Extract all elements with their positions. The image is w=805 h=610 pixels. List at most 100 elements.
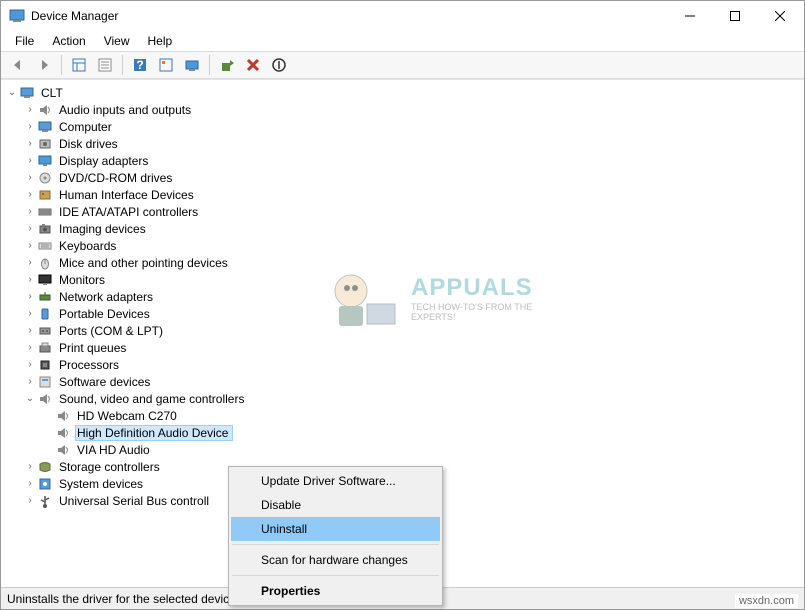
menu-view[interactable]: View — [96, 32, 138, 50]
chevron-right-icon[interactable]: › — [23, 138, 37, 149]
tree-node-label: Software devices — [57, 375, 152, 389]
tree-category-node[interactable]: › Processors — [3, 356, 802, 373]
tree-category-node[interactable]: › Monitors — [3, 271, 802, 288]
tree-category-node[interactable]: › IDE ATA/ATAPI controllers — [3, 203, 802, 220]
tree-node-label: IDE ATA/ATAPI controllers — [57, 205, 200, 219]
chevron-right-icon[interactable]: › — [23, 359, 37, 370]
chevron-down-icon[interactable]: ⌄ — [23, 393, 37, 404]
tree-device-node[interactable]: High Definition Audio Device — [3, 424, 802, 441]
printer-icon — [37, 340, 53, 356]
tree-device-node[interactable]: HD Webcam C270 — [3, 407, 802, 424]
tree-node-label: VIA HD Audio — [75, 443, 152, 457]
hid-icon — [37, 187, 53, 203]
speaker-icon — [55, 442, 71, 458]
tree-category-node[interactable]: › Portable Devices — [3, 305, 802, 322]
display-icon — [37, 153, 53, 169]
tree-node-label: Portable Devices — [57, 307, 152, 321]
context-menu-item[interactable]: Scan for hardware changes — [231, 548, 440, 572]
tree-category-node[interactable]: › Computer — [3, 118, 802, 135]
tree-node-label: Sound, video and game controllers — [57, 392, 246, 406]
titlebar: Device Manager — [1, 1, 804, 31]
tree-category-node[interactable]: › Imaging devices — [3, 220, 802, 237]
tree-node-label: Human Interface Devices — [57, 188, 196, 202]
context-menu-item[interactable]: Uninstall — [231, 517, 440, 541]
chevron-right-icon[interactable]: › — [23, 104, 37, 115]
computer-icon — [19, 85, 35, 101]
toolbar-separator — [61, 55, 62, 75]
chevron-right-icon[interactable]: › — [23, 223, 37, 234]
chevron-right-icon[interactable]: › — [23, 240, 37, 251]
tree-category-node[interactable]: › Human Interface Devices — [3, 186, 802, 203]
tree-node-label: Mice and other pointing devices — [57, 256, 230, 270]
context-menu-separator — [232, 544, 439, 545]
ide-icon — [37, 204, 53, 220]
tree-category-node[interactable]: › Mice and other pointing devices — [3, 254, 802, 271]
tree-category-node[interactable]: › Keyboards — [3, 237, 802, 254]
chevron-right-icon[interactable]: › — [23, 325, 37, 336]
chevron-right-icon[interactable]: › — [23, 342, 37, 353]
tree-category-node[interactable]: › DVD/CD-ROM drives — [3, 169, 802, 186]
tree-node-label: Display adapters — [57, 154, 150, 168]
chevron-right-icon[interactable]: › — [23, 495, 37, 506]
chevron-right-icon[interactable]: › — [23, 478, 37, 489]
tree-node-label: Audio inputs and outputs — [57, 103, 193, 117]
help-button[interactable]: ? — [128, 53, 152, 77]
chevron-right-icon[interactable]: › — [23, 206, 37, 217]
window-title: Device Manager — [31, 9, 667, 23]
keyboard-icon — [37, 238, 53, 254]
software-icon — [37, 374, 53, 390]
disable-button[interactable] — [267, 53, 291, 77]
chevron-right-icon[interactable]: › — [23, 308, 37, 319]
chevron-right-icon[interactable]: › — [23, 291, 37, 302]
tree-category-node[interactable]: › Software devices — [3, 373, 802, 390]
tree-category-node[interactable]: › Display adapters — [3, 152, 802, 169]
tree-node-label: Storage controllers — [57, 460, 162, 474]
tree-node-label: HD Webcam C270 — [75, 409, 179, 423]
tree-root-node[interactable]: ⌄ CLT — [3, 84, 802, 101]
tree-node-label: Keyboards — [57, 239, 118, 253]
window-controls — [667, 2, 802, 31]
back-button[interactable] — [6, 53, 30, 77]
context-menu-item[interactable]: Update Driver Software... — [231, 469, 440, 493]
properties-button[interactable] — [93, 53, 117, 77]
close-button[interactable] — [757, 2, 802, 31]
minimize-button[interactable] — [667, 2, 712, 31]
menu-file[interactable]: File — [7, 32, 42, 50]
tree-device-node[interactable]: VIA HD Audio — [3, 441, 802, 458]
show-hide-tree-button[interactable] — [67, 53, 91, 77]
context-menu-item[interactable]: Disable — [231, 493, 440, 517]
action-button[interactable] — [154, 53, 178, 77]
chevron-right-icon[interactable]: › — [23, 274, 37, 285]
tree-node-label: Ports (COM & LPT) — [57, 324, 165, 338]
toolbar-separator — [209, 55, 210, 75]
chevron-right-icon[interactable]: › — [23, 155, 37, 166]
chevron-right-icon[interactable]: › — [23, 172, 37, 183]
menubar: File Action View Help — [1, 31, 804, 51]
chevron-right-icon[interactable]: › — [23, 461, 37, 472]
tree-category-node[interactable]: › Audio inputs and outputs — [3, 101, 802, 118]
chevron-down-icon[interactable]: ⌄ — [5, 87, 19, 98]
chevron-right-icon[interactable]: › — [23, 376, 37, 387]
speaker-icon — [37, 102, 53, 118]
tree-category-node[interactable]: ⌄ Sound, video and game controllers — [3, 390, 802, 407]
forward-button[interactable] — [32, 53, 56, 77]
tree-node-label: Network adapters — [57, 290, 155, 304]
context-menu-item[interactable]: Properties — [231, 579, 440, 603]
tree-category-node[interactable]: › Ports (COM & LPT) — [3, 322, 802, 339]
tree-category-node[interactable]: › Network adapters — [3, 288, 802, 305]
chevron-right-icon[interactable]: › — [23, 121, 37, 132]
scan-hardware-button[interactable] — [180, 53, 204, 77]
update-driver-button[interactable] — [215, 53, 239, 77]
tree-category-node[interactable]: › Disk drives — [3, 135, 802, 152]
speaker-icon — [55, 425, 71, 441]
chevron-right-icon[interactable]: › — [23, 189, 37, 200]
tree-category-node[interactable]: › Print queues — [3, 339, 802, 356]
uninstall-button[interactable] — [241, 53, 265, 77]
menu-help[interactable]: Help — [140, 32, 181, 50]
tree-node-label: Universal Serial Bus controll — [57, 494, 211, 508]
maximize-button[interactable] — [712, 2, 757, 31]
chevron-right-icon[interactable]: › — [23, 257, 37, 268]
menu-action[interactable]: Action — [44, 32, 93, 50]
context-menu: Update Driver Software...DisableUninstal… — [228, 466, 443, 606]
toolbar: ? — [1, 51, 804, 79]
